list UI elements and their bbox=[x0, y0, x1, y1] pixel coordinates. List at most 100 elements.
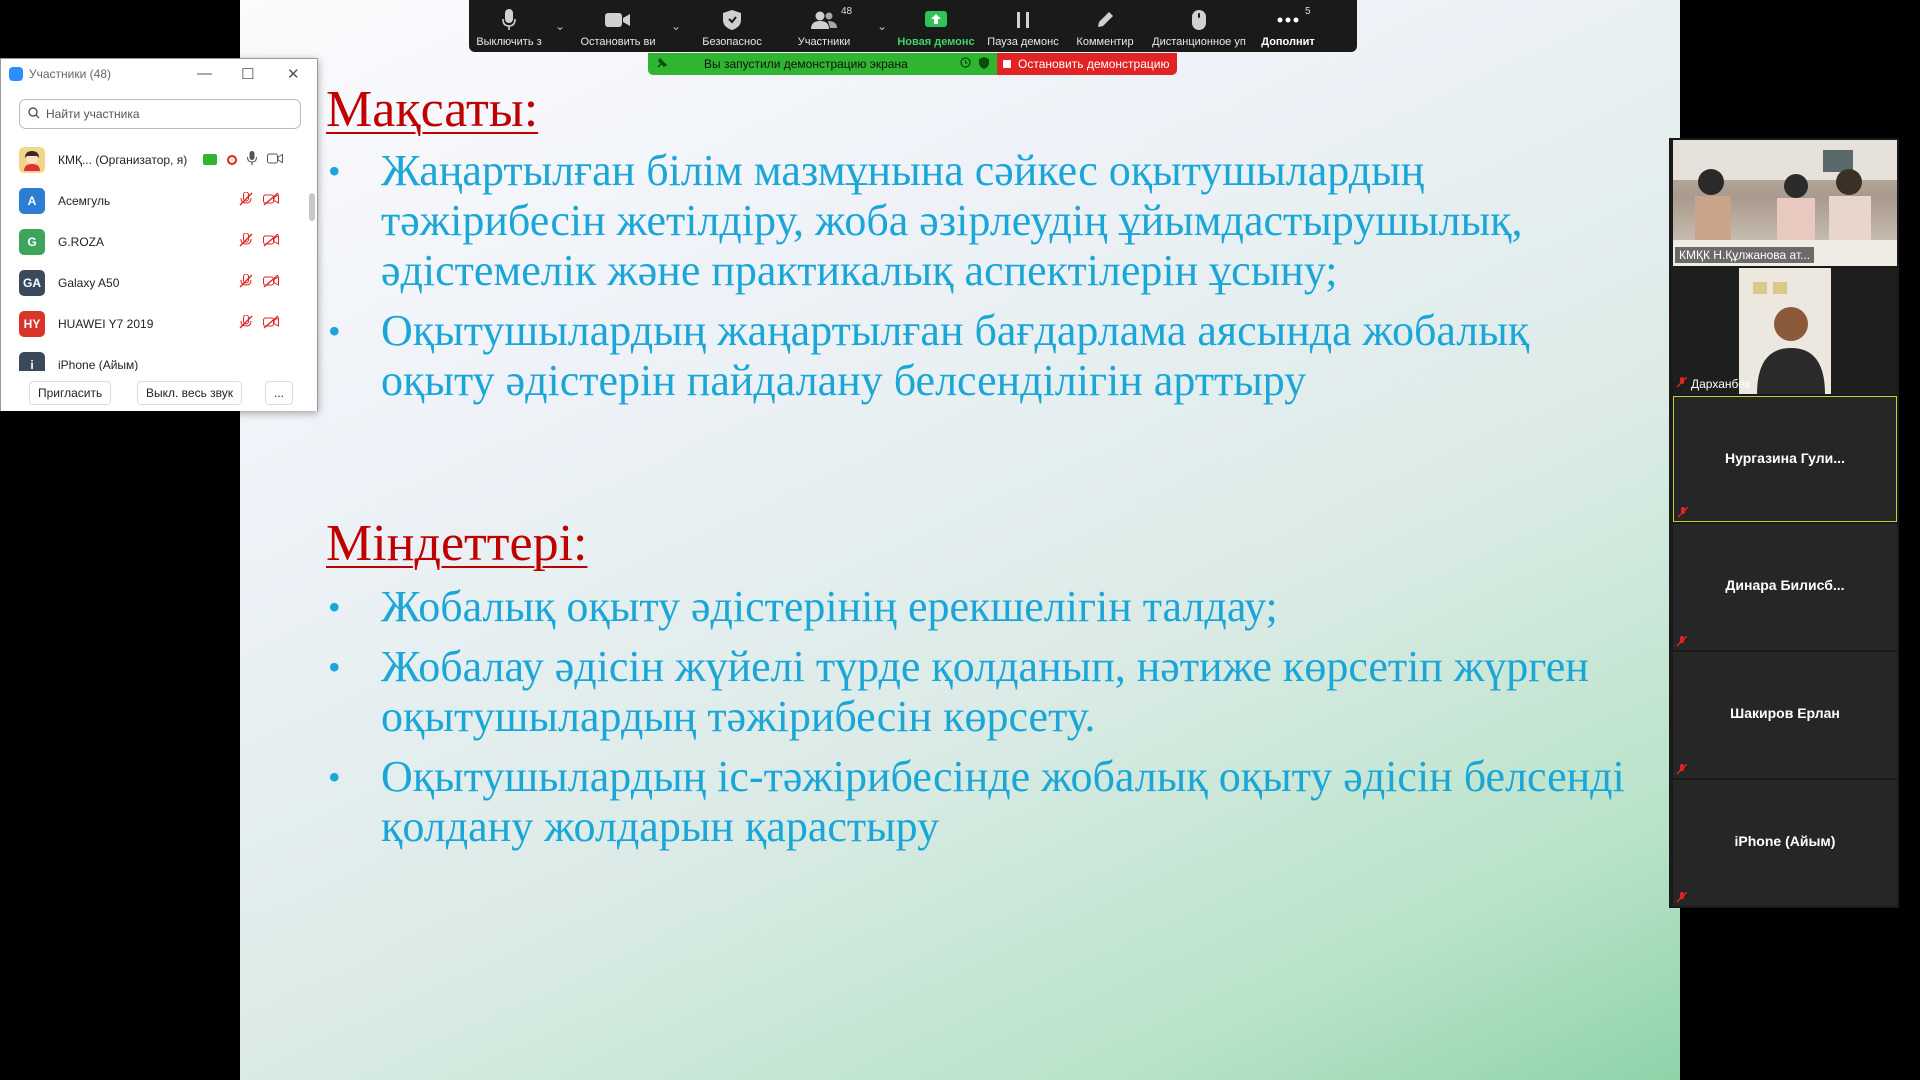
tasks-list: • Жобалық оқыту әдістерінің ерекшелігін т… bbox=[326, 582, 1626, 862]
participant-search-input[interactable]: Найти участника bbox=[19, 99, 301, 129]
participants-window: Участники (48) — ☐ ✕ Найти участника КМҚ… bbox=[0, 58, 318, 411]
video-gallery-strip: КМҚК Н.Құлжанова ат... Дарханбек Нургази… bbox=[1669, 138, 1899, 908]
task-item: • Оқытушылардың іс-тәжірибесінде жобалық … bbox=[328, 752, 1625, 851]
share-status-text: Вы запустили демонстрацию экрана bbox=[704, 57, 908, 71]
video-tile[interactable]: Динара Билисб... bbox=[1673, 524, 1897, 650]
video-tile[interactable]: iPhone (Айым) bbox=[1673, 780, 1897, 906]
stop-video-button[interactable]: Остановить ви bbox=[571, 0, 665, 52]
microphone-muted-icon bbox=[239, 191, 253, 209]
goals-list: • Жаңартылған білім мазмұнына сәйкес оқыт… bbox=[326, 146, 1626, 416]
goal-item: • Оқытушылардың жаңартылған бағдарлама ая… bbox=[328, 306, 1530, 405]
shared-slide: Мақсаты: • Жаңартылған білім мазмұнына сә… bbox=[240, 0, 1680, 1080]
video-off-icon bbox=[263, 192, 279, 209]
bullet: • bbox=[328, 587, 341, 627]
share-status-bar: Вы запустили демонстрацию экрана bbox=[648, 53, 997, 75]
people-icon bbox=[811, 8, 837, 32]
shield-check-icon bbox=[979, 56, 989, 72]
annotate-button[interactable]: Комментир bbox=[1067, 0, 1143, 52]
stop-icon bbox=[1003, 60, 1011, 68]
microphone-muted-icon bbox=[1676, 376, 1688, 391]
search-icon bbox=[28, 106, 40, 122]
video-off-icon bbox=[263, 274, 279, 291]
more-options-button[interactable]: ... bbox=[265, 381, 294, 405]
slide-heading-tasks: Міндеттері: bbox=[326, 515, 588, 572]
video-off-icon bbox=[263, 315, 279, 332]
goal-item: • Жаңартылған білім мазмұнына сәйкес оқыт… bbox=[328, 146, 1523, 295]
zoom-logo-icon bbox=[9, 67, 23, 81]
video-tile[interactable]: КМҚК Н.Құлжанова ат... bbox=[1673, 140, 1897, 266]
participant-row[interactable]: A Асемгуль bbox=[1, 180, 301, 221]
more-dots-icon bbox=[1277, 8, 1299, 32]
participant-row[interactable]: GA Galaxy A50 bbox=[1, 262, 301, 303]
host-avatar bbox=[19, 146, 45, 173]
microphone-muted-icon bbox=[1677, 764, 1687, 775]
mute-all-button[interactable]: Выкл. весь звук bbox=[137, 381, 243, 405]
avatar: A bbox=[19, 187, 45, 214]
recording-icon bbox=[227, 154, 237, 165]
video-tile[interactable]: Шакиров Ерлан bbox=[1673, 652, 1897, 778]
participants-titlebar: Участники (48) — ☐ ✕ bbox=[1, 59, 317, 89]
meeting-toolbar: Выключить з ⌄ Остановить ви ⌄ Безопаснос… bbox=[469, 0, 1357, 52]
video-participant-name: КМҚК Н.Құлжанова ат... bbox=[1675, 247, 1815, 263]
more-button[interactable]: 5 Дополнит bbox=[1255, 0, 1321, 52]
participants-title: Участники (48) bbox=[29, 67, 112, 81]
avatar: HY bbox=[19, 310, 45, 337]
participants-options-chevron-icon[interactable]: ⌄ bbox=[871, 0, 893, 52]
microphone-muted-icon bbox=[1677, 636, 1687, 647]
security-button[interactable]: Безопаснос bbox=[687, 0, 777, 52]
bullet: • bbox=[328, 151, 341, 191]
more-count-badge: 5 bbox=[1305, 6, 1311, 17]
sharing-icon bbox=[203, 154, 217, 165]
audio-options-chevron-icon[interactable]: ⌄ bbox=[549, 0, 571, 52]
stop-share-button[interactable]: Остановить демонстрацию bbox=[997, 53, 1177, 75]
video-options-chevron-icon[interactable]: ⌄ bbox=[665, 0, 687, 52]
participant-row[interactable]: HY HUAWEI Y7 2019 bbox=[1, 303, 301, 344]
participants-button[interactable]: 48 Участники bbox=[777, 0, 871, 52]
microphone-icon bbox=[247, 151, 257, 168]
minimize-icon[interactable]: — bbox=[197, 65, 212, 82]
video-feed-image bbox=[1739, 268, 1831, 394]
mute-button[interactable]: Выключить з bbox=[469, 0, 549, 52]
video-participant-name: iPhone (Айым) bbox=[1734, 833, 1836, 849]
video-camera-icon bbox=[605, 8, 631, 32]
bullet: • bbox=[328, 647, 341, 687]
pause-icon bbox=[1016, 8, 1030, 32]
participants-scrollbar[interactable] bbox=[309, 193, 315, 221]
microphone-icon bbox=[502, 8, 516, 32]
remote-control-button[interactable]: Дистанционное уп bbox=[1143, 0, 1255, 52]
maximize-icon[interactable]: ☐ bbox=[241, 65, 254, 83]
video-tile-active-speaker[interactable]: Нургазина Гули... bbox=[1673, 396, 1897, 522]
video-tile[interactable]: Дарханбек bbox=[1673, 268, 1897, 394]
participant-row[interactable]: G G.ROZA bbox=[1, 221, 301, 262]
microphone-muted-icon bbox=[239, 314, 253, 332]
video-camera-icon bbox=[267, 153, 283, 167]
participants-count-badge: 48 bbox=[841, 6, 853, 17]
invite-button[interactable]: Пригласить bbox=[29, 381, 112, 405]
participant-row-host[interactable]: КМҚ... (Организатор, я) bbox=[1, 139, 301, 180]
close-icon[interactable]: ✕ bbox=[287, 65, 300, 83]
mouse-icon bbox=[1192, 8, 1206, 32]
new-share-button[interactable]: Новая демонс bbox=[893, 0, 979, 52]
timer-icon bbox=[960, 57, 971, 71]
task-item: • Жобалық оқыту әдістерінің ерекшелігін т… bbox=[328, 582, 1278, 631]
pin-icon[interactable] bbox=[656, 57, 668, 72]
microphone-muted-icon bbox=[1678, 507, 1688, 518]
share-screen-icon bbox=[925, 8, 947, 32]
task-item: • Жобалау әдісін жүйелі түрде қолданып, н… bbox=[328, 642, 1589, 741]
pencil-icon bbox=[1096, 8, 1114, 32]
video-participant-name: Нургазина Гули... bbox=[1725, 450, 1845, 466]
video-participant-name: Дарханбек bbox=[1676, 376, 1750, 391]
microphone-muted-icon bbox=[239, 273, 253, 291]
screen-share-banner: Вы запустили демонстрацию экрана Останов… bbox=[648, 53, 1177, 75]
video-participant-name: Шакиров Ерлан bbox=[1730, 705, 1840, 721]
bullet: • bbox=[328, 311, 341, 351]
bullet: • bbox=[328, 757, 341, 797]
slide-heading-goals: Мақсаты: bbox=[326, 81, 539, 138]
shield-icon bbox=[723, 8, 741, 32]
video-participant-name: Динара Билисб... bbox=[1725, 577, 1845, 593]
microphone-muted-icon bbox=[1677, 892, 1687, 903]
microphone-muted-icon bbox=[239, 232, 253, 250]
avatar: GA bbox=[19, 269, 45, 296]
pause-share-button[interactable]: Пауза демонс bbox=[979, 0, 1067, 52]
avatar: G bbox=[19, 228, 45, 255]
